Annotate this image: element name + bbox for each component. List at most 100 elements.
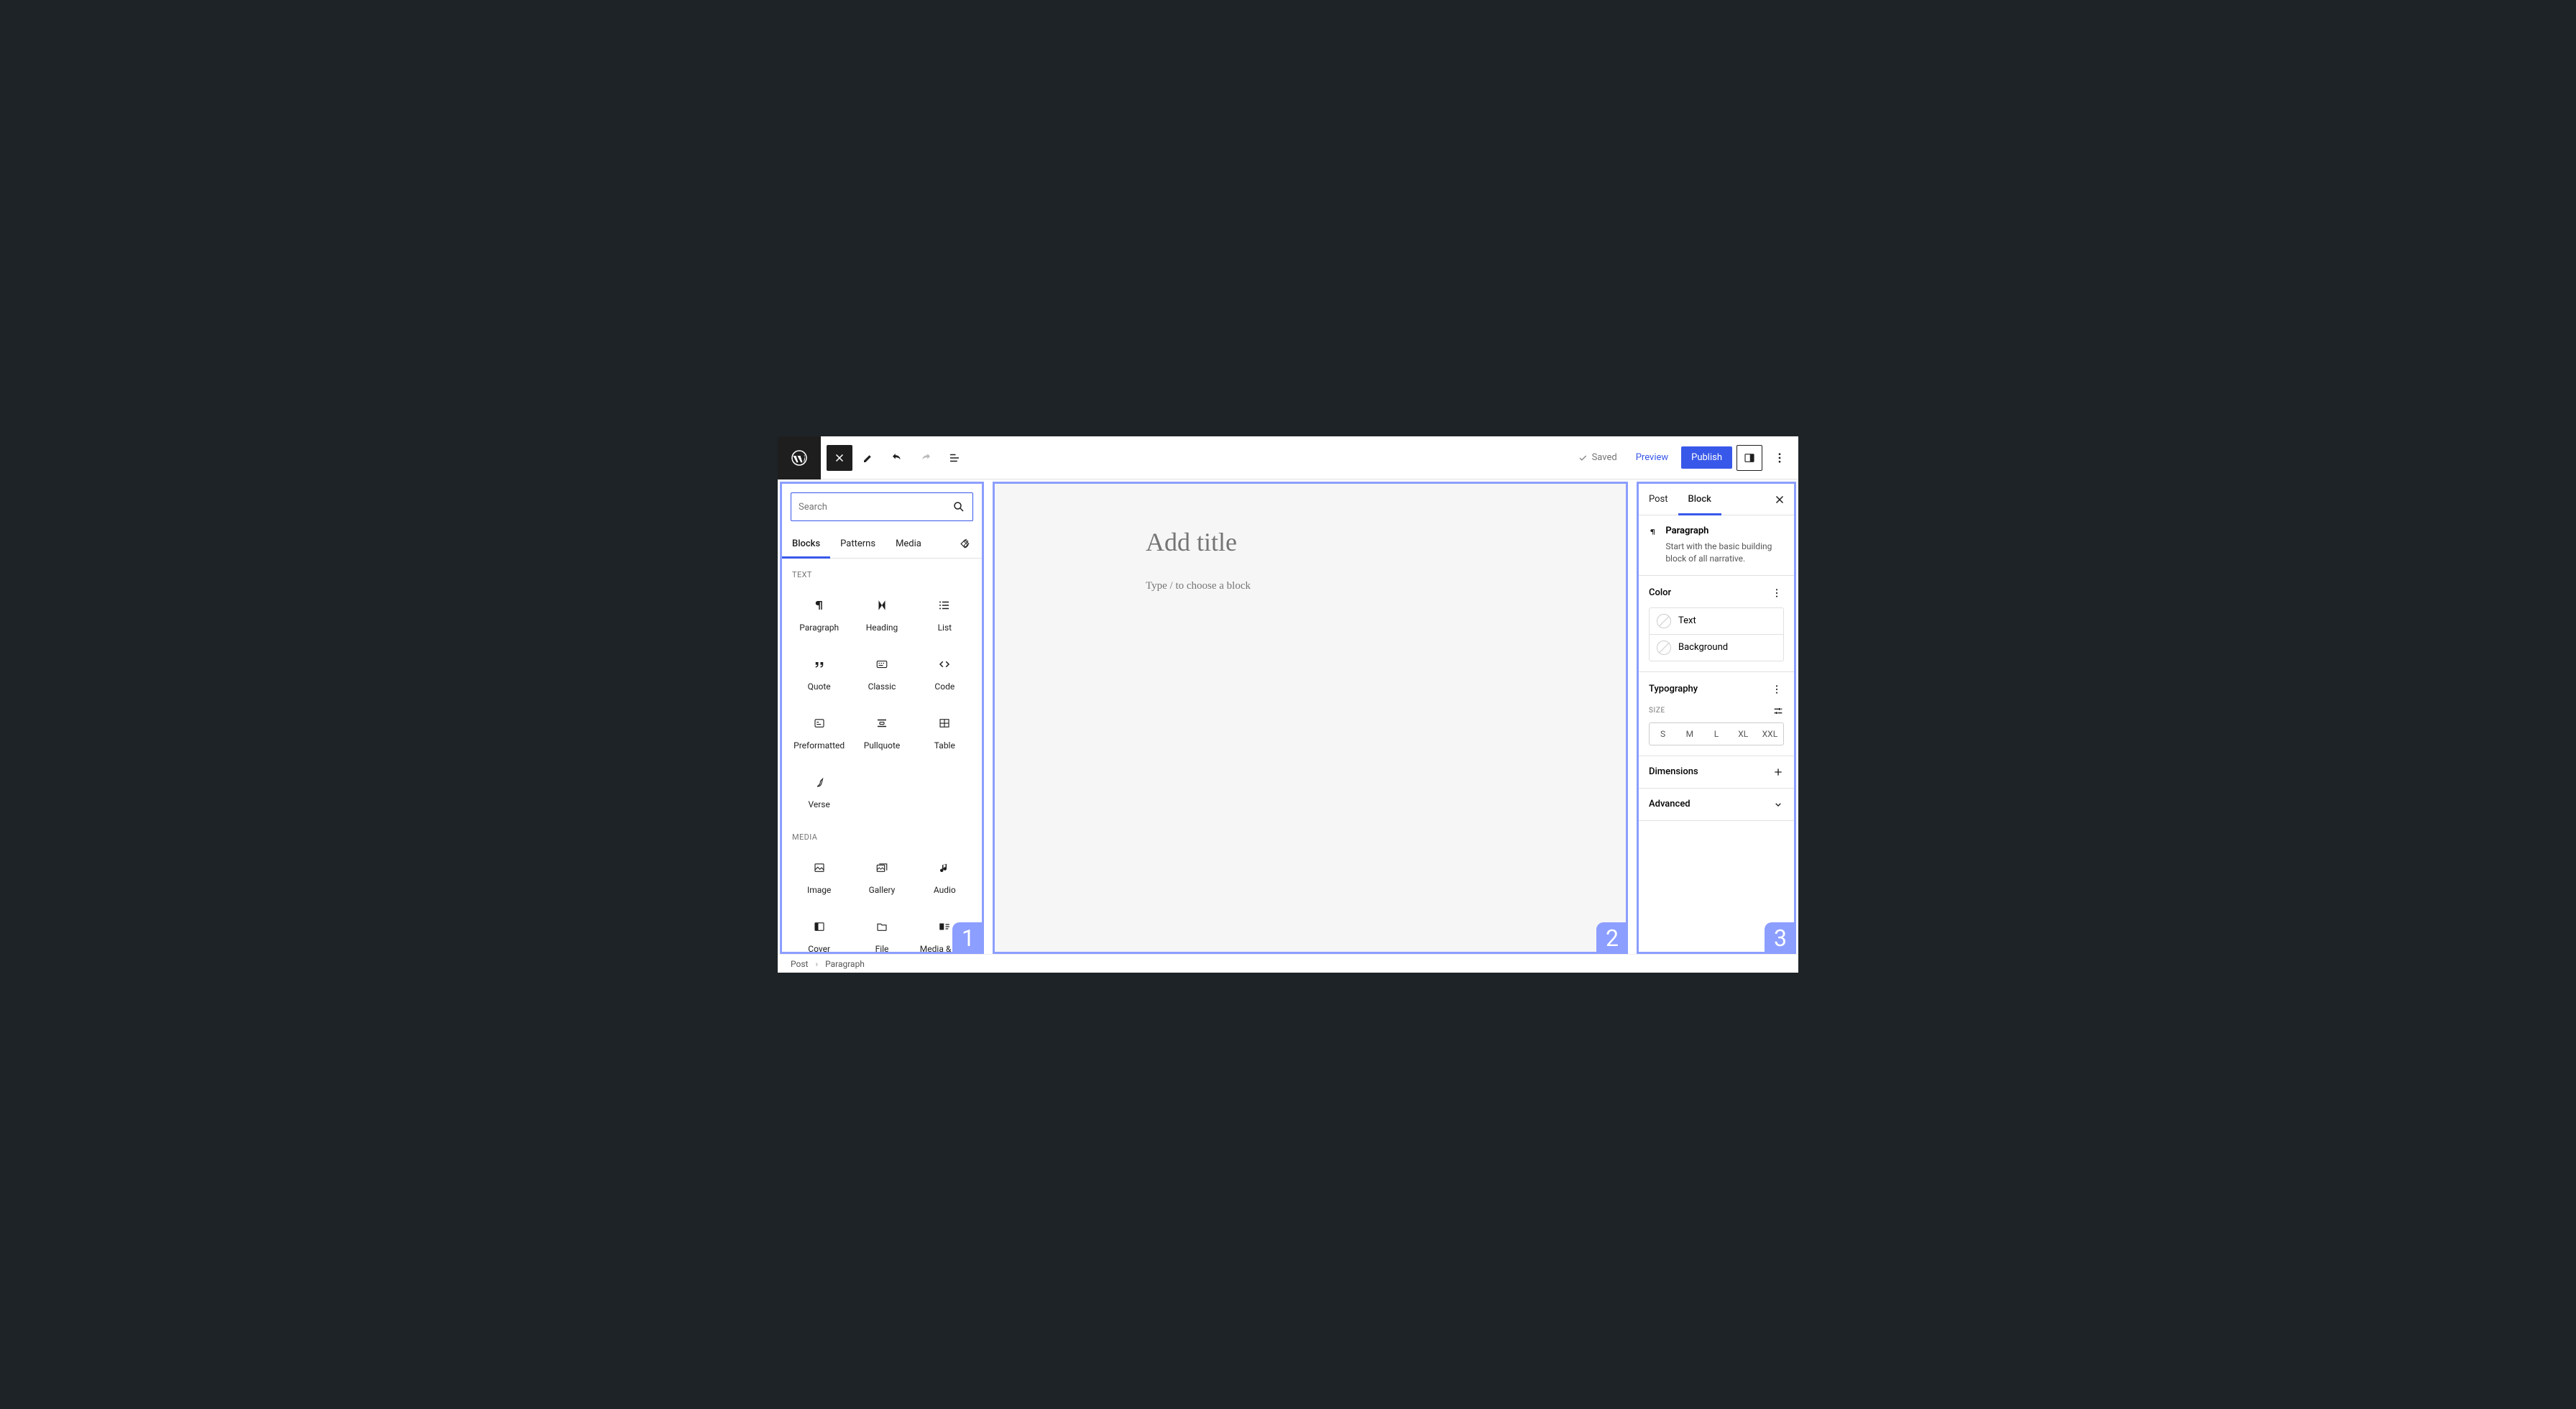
preview-button[interactable]: Preview (1627, 446, 1677, 469)
size-xl[interactable]: XL (1730, 723, 1757, 745)
explore-all-patterns-button[interactable] (953, 531, 979, 557)
breadcrumb-paragraph[interactable]: Paragraph (825, 959, 865, 969)
search-icon (952, 500, 965, 513)
paragraph-placeholder[interactable]: Type / to choose a block (995, 580, 1626, 592)
color-background-button[interactable]: Background (1650, 634, 1783, 661)
top-toolbar: Saved Preview Publish (778, 436, 1798, 479)
empty-swatch-icon (1657, 614, 1671, 628)
wordpress-logo[interactable] (778, 436, 821, 479)
paragraph-icon (811, 597, 828, 614)
settings-sidebar-panel: Post Block Paragraph Start with the basi… (1637, 482, 1796, 954)
redo-icon (919, 451, 932, 464)
block-paragraph[interactable]: Paragraph (788, 585, 850, 644)
verse-icon (811, 774, 828, 791)
size-l[interactable]: L (1703, 723, 1729, 745)
inserter-search-wrap (782, 484, 982, 530)
dots-vertical-icon (1771, 587, 1782, 599)
close-settings-button[interactable] (1767, 487, 1793, 513)
options-button[interactable] (1767, 445, 1793, 471)
inserter-tab-blocks[interactable]: Blocks (782, 530, 830, 558)
advanced-section-toggle[interactable]: Advanced (1639, 789, 1794, 821)
plus-icon (1772, 766, 1784, 778)
block-gallery[interactable]: Gallery (850, 848, 913, 907)
inserter-search-box[interactable] (791, 492, 973, 521)
block-table[interactable]: Table (914, 703, 976, 762)
block-audio[interactable]: Audio (914, 848, 976, 907)
breadcrumb-post[interactable]: Post (791, 959, 808, 969)
block-code[interactable]: Code (914, 644, 976, 703)
post-title-input[interactable]: Add title (995, 527, 1626, 557)
block-image[interactable]: Image (788, 848, 850, 907)
font-size-buttons: S M L XL XXL (1649, 722, 1784, 745)
block-quote[interactable]: Quote (788, 644, 850, 703)
block-file[interactable]: File (850, 907, 913, 952)
color-section-title: Color (1649, 587, 1671, 598)
block-cover[interactable]: Cover (788, 907, 850, 952)
gallery-icon (873, 859, 891, 876)
saved-label: Saved (1592, 452, 1617, 463)
size-xxl[interactable]: XXL (1757, 723, 1783, 745)
document-overview-button[interactable] (942, 445, 967, 471)
inserter-media-grid: Image Gallery Audio Cover File Media & T… (788, 848, 976, 952)
dots-vertical-icon (1773, 451, 1786, 464)
dimensions-section-toggle[interactable]: Dimensions (1639, 756, 1794, 789)
annotation-number-1: 1 (952, 922, 984, 954)
inserter-body: Text Paragraph Heading List Quote Classi… (782, 559, 982, 952)
block-pullquote[interactable]: Pullquote (850, 703, 913, 762)
block-verse[interactable]: Verse (788, 762, 850, 821)
redo-button[interactable] (913, 445, 939, 471)
undo-button[interactable] (884, 445, 910, 471)
preformatted-icon (811, 715, 828, 732)
chevron-right-icon: › (815, 959, 818, 969)
inserter-category-text-label: Text (788, 559, 976, 585)
classic-icon (873, 656, 891, 673)
list-view-icon (948, 451, 961, 464)
size-label: Size (1649, 707, 1665, 715)
inserter-tabs: Blocks Patterns Media (782, 530, 982, 559)
dots-vertical-icon (1771, 684, 1782, 695)
annotation-number-3: 3 (1765, 922, 1796, 954)
inserter-search-input[interactable] (799, 502, 952, 513)
heading-icon (873, 597, 891, 614)
block-preformatted[interactable]: Preformatted (788, 703, 850, 762)
editor-canvas[interactable]: Add title Type / to choose a block (995, 484, 1626, 952)
sliders-icon[interactable] (1772, 705, 1784, 717)
block-classic[interactable]: Classic (850, 644, 913, 703)
image-icon (811, 859, 828, 876)
block-list[interactable]: List (914, 585, 976, 644)
typography-options-button[interactable] (1770, 682, 1784, 697)
list-icon (936, 597, 953, 614)
tools-button[interactable] (855, 445, 881, 471)
size-s[interactable]: S (1650, 723, 1676, 745)
size-m[interactable]: M (1676, 723, 1703, 745)
cover-icon (811, 918, 828, 935)
color-options-button[interactable] (1770, 586, 1784, 600)
settings-tab-post[interactable]: Post (1639, 484, 1678, 515)
toggle-inserter-button[interactable] (827, 445, 852, 471)
typography-section: Typography Size S M L XL XXL (1639, 672, 1794, 756)
sidebar-icon (1743, 451, 1756, 464)
audio-icon (936, 859, 953, 876)
pencil-icon (862, 451, 875, 464)
inserter-tab-patterns[interactable]: Patterns (830, 530, 886, 558)
block-heading[interactable]: Heading (850, 585, 913, 644)
undo-icon (891, 451, 903, 464)
block-name: Paragraph (1665, 525, 1784, 536)
editor-canvas-panel: Add title Type / to choose a block 2 (993, 482, 1628, 954)
editor-body: Blocks Patterns Media Text Paragraph Hea… (778, 479, 1798, 954)
close-icon (833, 451, 846, 464)
inserter-tab-media[interactable]: Media (886, 530, 932, 558)
settings-tab-block[interactable]: Block (1678, 484, 1721, 515)
toolbar-right-group: Saved Preview Publish (1572, 445, 1798, 471)
publish-button[interactable]: Publish (1681, 446, 1732, 469)
chevron-down-icon (1772, 799, 1784, 810)
settings-toggle-button[interactable] (1736, 445, 1762, 471)
saved-indicator: Saved (1572, 452, 1623, 463)
color-text-button[interactable]: Text (1650, 608, 1783, 634)
close-icon (1773, 493, 1786, 506)
media-text-icon (936, 918, 953, 935)
file-icon (873, 918, 891, 935)
inserter-category-media-label: Media (788, 821, 976, 848)
typography-section-title: Typography (1649, 684, 1698, 694)
annotation-number-2: 2 (1596, 922, 1628, 954)
